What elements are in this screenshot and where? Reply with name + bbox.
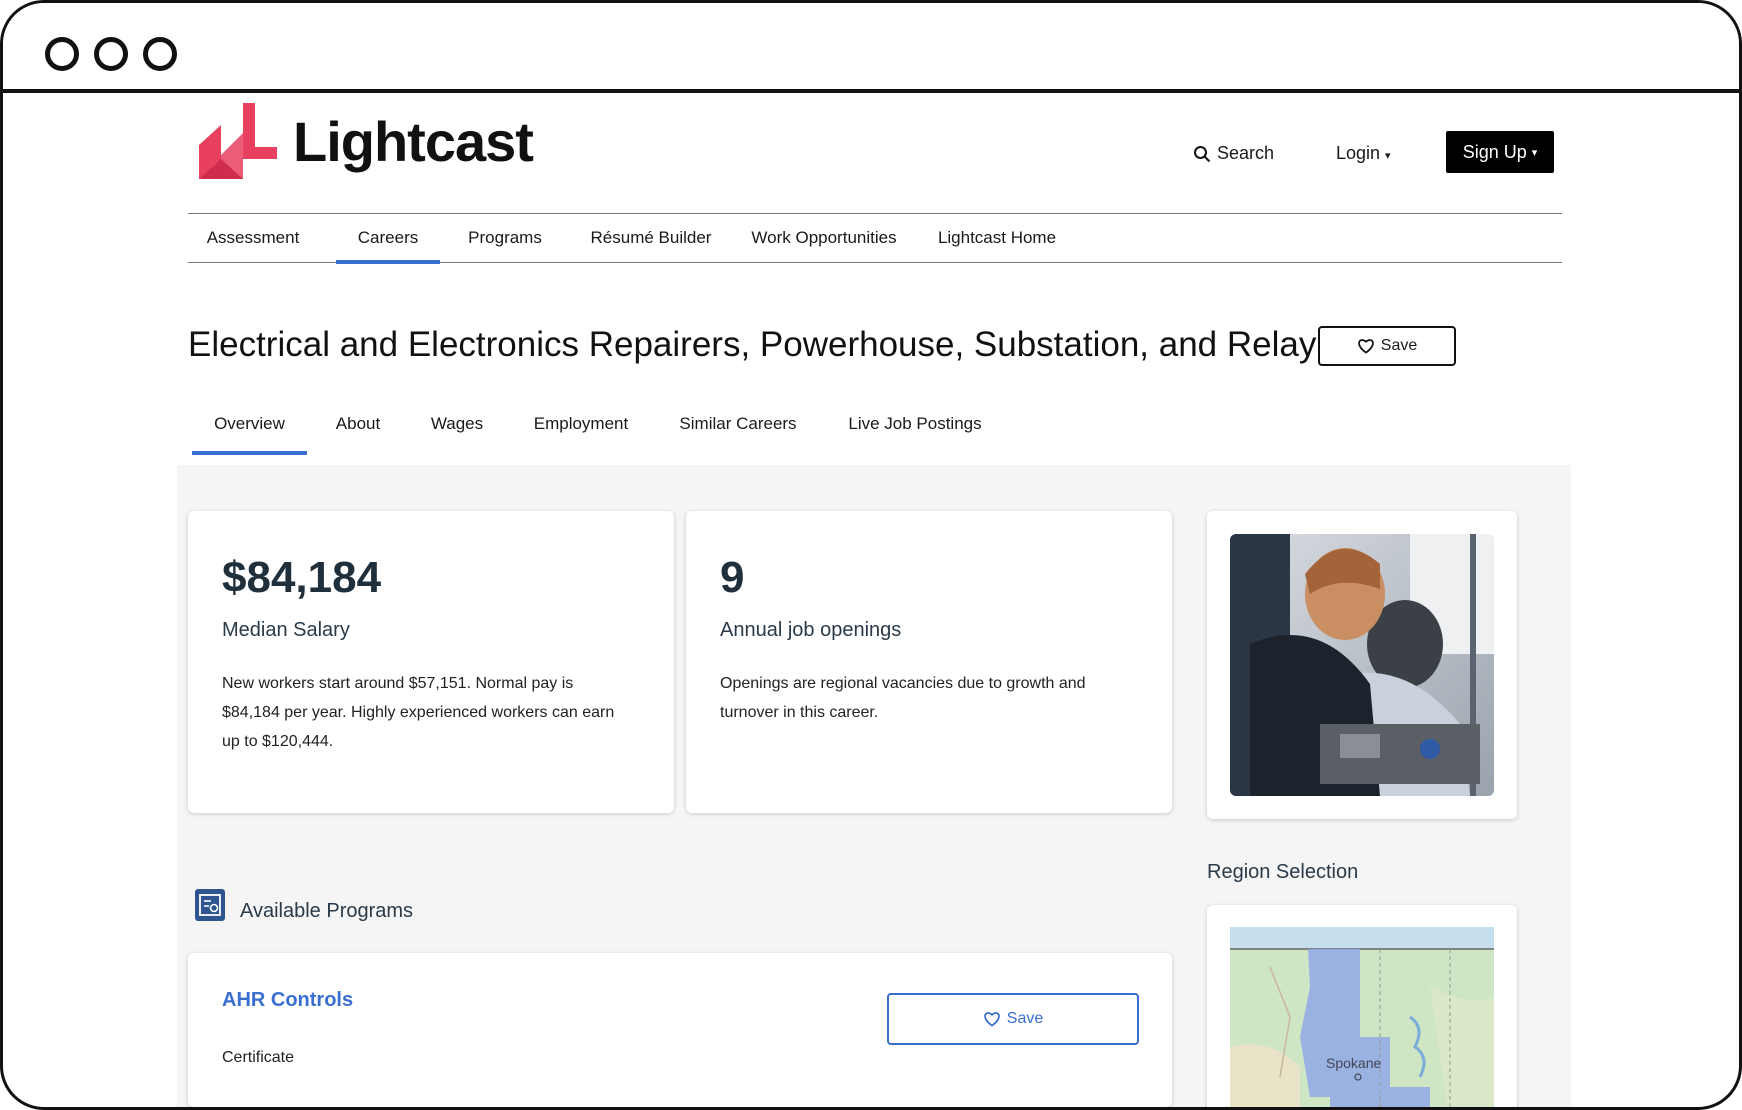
openings-description: Openings are regional vacancies due to g… [720, 675, 1086, 721]
region-selection-heading: Region Selection [1207, 861, 1359, 883]
salary-description: New workers start around $57,151. Normal… [222, 675, 615, 750]
brand-name: Lightcast [293, 109, 534, 173]
main-nav: Assessment Careers Programs Résumé Build… [188, 213, 1562, 264]
window-dot-icon[interactable] [45, 37, 79, 71]
salary-card: $84,184 Median Salary New workers start … [188, 511, 674, 813]
window-dot-icon[interactable] [143, 37, 177, 71]
career-photo [1230, 534, 1494, 796]
browser-window: Lightcast Search Login ▾ Sign Up ▾ Assessm… [0, 0, 1742, 1110]
login-button[interactable]: Login ▾ [1336, 143, 1391, 164]
certificate-icon [195, 889, 225, 921]
map-city-label: Spokane [1326, 1055, 1382, 1071]
tab-wages[interactable]: Wages [427, 409, 487, 455]
region-map-card: Spokane [1207, 905, 1517, 1107]
page-content: Lightcast Search Login ▾ Sign Up ▾ Assessm… [3, 93, 1739, 1107]
nav-item-assessment[interactable]: Assessment [198, 214, 308, 262]
save-career-button[interactable]: Save [1318, 326, 1456, 366]
signup-button[interactable]: Sign Up ▾ [1446, 131, 1554, 173]
program-title-link[interactable]: AHR Controls [222, 989, 353, 1012]
tab-about[interactable]: About [329, 409, 387, 455]
search-label: Search [1217, 143, 1275, 163]
save-label: Save [1380, 337, 1418, 354]
search-icon [1194, 145, 1211, 162]
save-label: Save [1006, 1010, 1044, 1027]
window-chrome [3, 3, 1739, 93]
nav-item-resume-builder[interactable]: Résumé Builder [582, 214, 720, 262]
region-map[interactable]: Spokane [1230, 927, 1494, 1107]
heart-icon [984, 1012, 1000, 1027]
overview-panel: $84,184 Median Salary New workers start … [177, 465, 1571, 1107]
heart-icon [1358, 339, 1374, 354]
career-photo-card [1207, 511, 1517, 819]
tab-live-job-postings[interactable]: Live Job Postings [845, 409, 985, 455]
available-programs-heading: Available Programs [240, 900, 414, 922]
nav-item-programs[interactable]: Programs [458, 214, 552, 262]
search-button[interactable]: Search [1193, 143, 1274, 164]
page-title: Electrical and Electronics Repairers, Po… [188, 325, 1317, 364]
job-openings-value: 9 [720, 553, 745, 602]
job-openings-label: Annual job openings [720, 619, 902, 641]
nav-item-work-opportunities[interactable]: Work Opportunities [744, 214, 904, 262]
openings-card: 9 Annual job openings Openings are regio… [686, 511, 1172, 813]
median-salary-label: Median Salary [222, 619, 350, 641]
chevron-down-icon: ▾ [1531, 146, 1538, 159]
tab-similar-careers[interactable]: Similar Careers [675, 409, 801, 455]
lightcast-logo-icon [199, 103, 277, 179]
median-salary-value: $84,184 [222, 553, 382, 602]
save-program-button[interactable]: Save [887, 993, 1139, 1045]
signup-label: Sign Up [1462, 141, 1527, 162]
nav-item-lightcast-home[interactable]: Lightcast Home [932, 214, 1062, 262]
tab-overview[interactable]: Overview [192, 409, 307, 455]
login-label: Login [1336, 143, 1381, 163]
program-type: Certificate [222, 1049, 295, 1066]
tab-employment[interactable]: Employment [529, 409, 633, 455]
chevron-down-icon: ▾ [1385, 150, 1391, 162]
window-dot-icon[interactable] [94, 37, 128, 71]
logo[interactable]: Lightcast [199, 103, 534, 179]
program-card: AHR Controls Certificate Save [188, 953, 1172, 1107]
nav-item-careers[interactable]: Careers [336, 214, 440, 264]
